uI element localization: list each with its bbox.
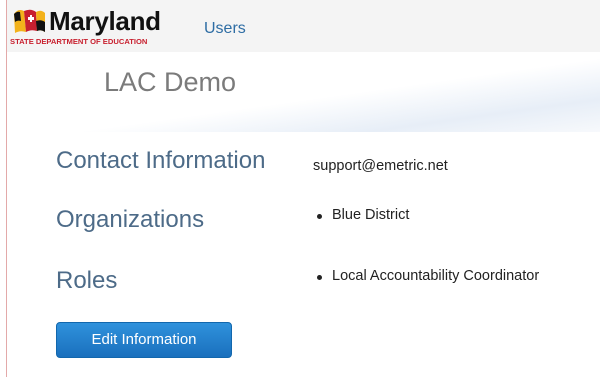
organizations-list: Blue District	[313, 207, 409, 223]
contact-information-label: Contact Information	[56, 147, 266, 174]
roles-list: Local Accountability Coordinator	[313, 268, 539, 284]
logo-subtitle: STATE DEPARTMENT OF EDUCATION	[10, 37, 148, 46]
page-frame: Maryland STATE DEPARTMENT OF EDUCATION U…	[6, 0, 600, 377]
organizations-label: Organizations	[56, 206, 205, 233]
top-navigation-bar: Maryland STATE DEPARTMENT OF EDUCATION U…	[7, 0, 600, 53]
nav-link-users[interactable]: Users	[204, 20, 246, 38]
title-banner	[7, 52, 600, 132]
logo-wordmark: Maryland	[49, 6, 161, 36]
list-item: Local Accountability Coordinator	[313, 268, 539, 284]
maryland-msde-logo[interactable]: Maryland STATE DEPARTMENT OF EDUCATION	[9, 4, 184, 50]
edit-information-button[interactable]: Edit Information	[56, 322, 232, 358]
roles-label: Roles	[56, 267, 118, 294]
maryland-flag-icon	[14, 9, 45, 33]
list-item: Blue District	[313, 207, 409, 223]
page-title: LAC Demo	[104, 67, 237, 97]
contact-email-value: support@emetric.net	[313, 158, 448, 174]
